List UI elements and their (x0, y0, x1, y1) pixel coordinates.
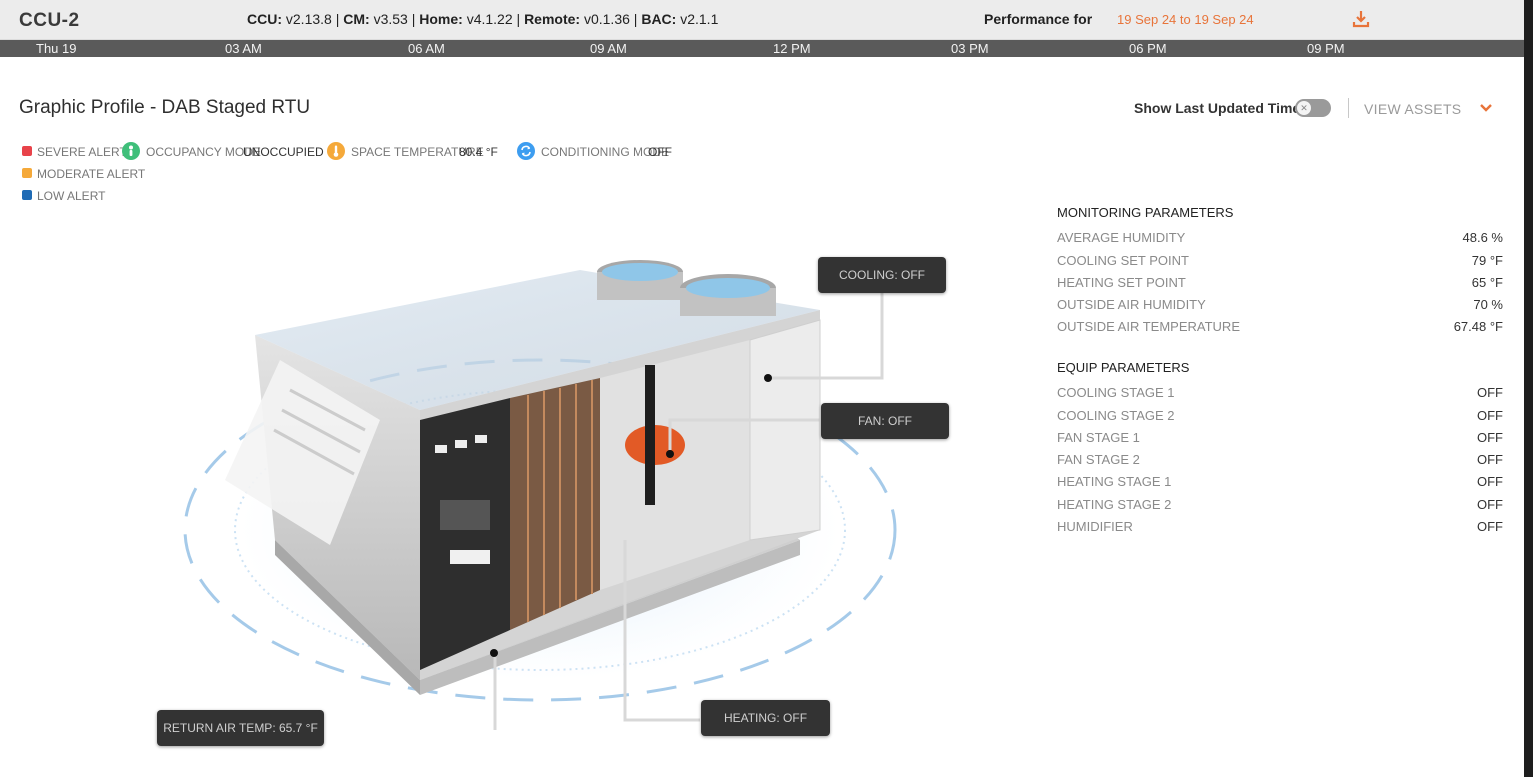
version-info: CCU: v2.13.8 | CM: v3.53 | Home: v4.1.22… (247, 11, 719, 27)
cooling-callout: COOLING: OFF (818, 257, 946, 293)
heating-callout: HEATING: OFF (701, 700, 830, 736)
equip-parameters-title: EQUIP PARAMETERS (1057, 360, 1190, 375)
param-label: HUMIDIFIER (1057, 519, 1133, 534)
fan-callout: FAN: OFF (821, 403, 949, 439)
param-value: 70 % (1473, 297, 1503, 312)
equip-row: HEATING STAGE 2 OFF (1057, 497, 1503, 517)
timeline-tick: 06 PM (1129, 41, 1167, 56)
param-value: OFF (1477, 408, 1503, 423)
equip-row: HEATING STAGE 1 OFF (1057, 474, 1503, 494)
person-icon (122, 142, 140, 160)
timeline-bar[interactable]: Thu 19 03 AM 06 AM 09 AM 12 PM 03 PM 06 … (0, 40, 1524, 57)
monitoring-row: COOLING SET POINT 79 °F (1057, 253, 1503, 273)
param-value: OFF (1477, 430, 1503, 445)
version-label: CM: (343, 11, 370, 27)
app-root: CCU-2 CCU: v2.13.8 | CM: v3.53 | Home: v… (0, 0, 1533, 777)
timeline-tick: 03 PM (951, 41, 989, 56)
chevron-down-icon[interactable] (1479, 101, 1493, 115)
monitoring-parameters-title: MONITORING PARAMETERS (1057, 205, 1234, 220)
param-value: OFF (1477, 452, 1503, 467)
monitoring-row: AVERAGE HUMIDITY 48.6 % (1057, 230, 1503, 250)
timeline-tick: 09 PM (1307, 41, 1345, 56)
param-value: 65 °F (1471, 275, 1503, 290)
top-header: CCU-2 CCU: v2.13.8 | CM: v3.53 | Home: v… (0, 0, 1524, 40)
version-value: v0.1.36 (583, 11, 630, 27)
param-value: 67.48 °F (1453, 319, 1503, 334)
version-value: v2.13.8 (285, 11, 332, 27)
view-assets-link[interactable]: VIEW ASSETS (1364, 101, 1461, 117)
last-updated-toggle[interactable]: ✕ (1295, 99, 1331, 117)
param-label: HEATING STAGE 2 (1057, 497, 1172, 512)
timeline-tick: 09 AM (590, 41, 627, 56)
occupancy-mode-value: UNOCCUPIED (243, 145, 324, 159)
param-label: COOLING SET POINT (1057, 253, 1189, 268)
severe-alert-swatch (22, 146, 32, 156)
param-value: 48.6 % (1462, 230, 1503, 245)
low-alert-label: LOW ALERT (37, 189, 106, 203)
param-label: COOLING STAGE 1 (1057, 385, 1175, 400)
thermometer-icon (327, 142, 345, 160)
param-label: OUTSIDE AIR TEMPERATURE (1057, 319, 1240, 334)
param-label: AVERAGE HUMIDITY (1057, 230, 1186, 245)
sync-icon (517, 142, 535, 160)
conditioning-mode-value: OFF (648, 145, 672, 159)
return-air-temp-callout: RETURN AIR TEMP: 65.7 °F (157, 710, 324, 746)
timeline-tick: Thu 19 (36, 41, 77, 56)
equip-row: FAN STAGE 2 OFF (1057, 452, 1503, 472)
monitoring-row: HEATING SET POINT 65 °F (1057, 275, 1503, 295)
equip-row: COOLING STAGE 1 OFF (1057, 385, 1503, 405)
param-label: COOLING STAGE 2 (1057, 408, 1175, 423)
timeline-tick: 03 AM (225, 41, 262, 56)
rtu-illustration (183, 260, 897, 730)
timeline-tick: 12 PM (773, 41, 811, 56)
moderate-alert-swatch (22, 168, 32, 178)
version-value: v4.1.22 (466, 11, 513, 27)
version-value: v2.1.1 (680, 11, 719, 27)
download-icon[interactable] (1352, 10, 1370, 28)
toggle-knob-icon: ✕ (1297, 101, 1311, 115)
equip-row: HUMIDIFIER OFF (1057, 519, 1503, 539)
version-label: BAC: (641, 11, 677, 27)
param-label: FAN STAGE 1 (1057, 430, 1140, 445)
param-value: 79 °F (1471, 253, 1503, 268)
param-value: OFF (1477, 497, 1503, 512)
param-value: OFF (1477, 385, 1503, 400)
param-label: HEATING SET POINT (1057, 275, 1186, 290)
param-value: OFF (1477, 519, 1503, 534)
param-label: HEATING STAGE 1 (1057, 474, 1172, 489)
param-label: FAN STAGE 2 (1057, 452, 1140, 467)
monitoring-row: OUTSIDE AIR TEMPERATURE 67.48 °F (1057, 319, 1503, 339)
performance-date-range[interactable]: 19 Sep 24 to 19 Sep 24 (1117, 12, 1254, 27)
param-label: OUTSIDE AIR HUMIDITY (1057, 297, 1206, 312)
equip-row: COOLING STAGE 2 OFF (1057, 408, 1503, 428)
version-label: Remote: (524, 11, 581, 27)
divider (1348, 98, 1349, 118)
version-label: CCU: (247, 11, 282, 27)
window-edge (1524, 0, 1533, 777)
show-last-updated-label: Show Last Updated Time (1134, 100, 1301, 116)
param-value: OFF (1477, 474, 1503, 489)
low-alert-swatch (22, 190, 32, 200)
equip-row: FAN STAGE 1 OFF (1057, 430, 1503, 450)
version-label: Home: (419, 11, 463, 27)
timeline-tick: 06 AM (408, 41, 445, 56)
space-temperature-value: 80.4 °F (459, 145, 498, 159)
performance-label: Performance for (984, 11, 1093, 27)
page-title: Graphic Profile - DAB Staged RTU (19, 97, 311, 118)
ccu-title: CCU-2 (19, 10, 80, 31)
version-value: v3.53 (373, 11, 408, 27)
moderate-alert-label: MODERATE ALERT (37, 167, 146, 181)
monitoring-row: OUTSIDE AIR HUMIDITY 70 % (1057, 297, 1503, 317)
severe-alert-label: SEVERE ALERT (37, 145, 127, 159)
